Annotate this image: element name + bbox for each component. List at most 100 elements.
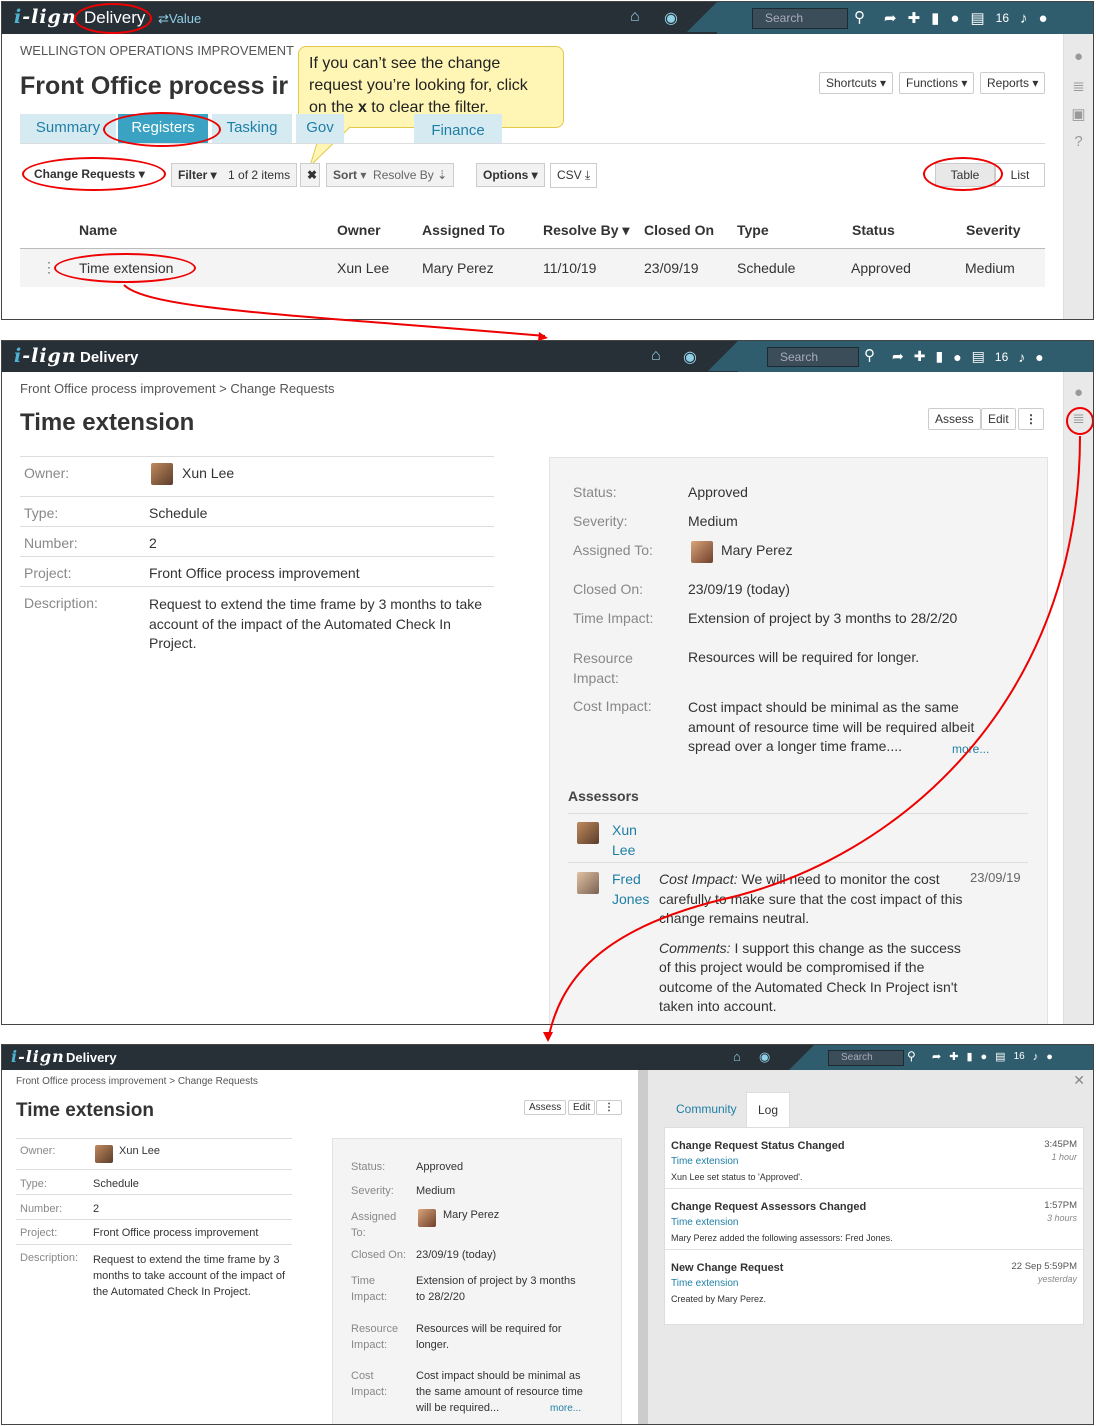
chat-icon[interactable]: ● [981,1051,988,1063]
status-value: Approved [688,484,748,500]
avatar [418,1209,436,1227]
plus-icon[interactable]: ✚ [949,1050,958,1063]
app-name[interactable]: Delivery [80,349,138,366]
app-name[interactable]: Delivery [66,1050,117,1065]
close-icon[interactable]: ✕ [1073,1072,1085,1089]
closed-value: 23/09/19 (today) [688,581,790,597]
highlight-change-requests [22,157,166,191]
globe-icon[interactable]: ◉ [683,347,697,367]
row-owner[interactable]: Xun Lee [337,260,389,276]
home-icon[interactable]: ⌂ [651,347,661,365]
assess-button[interactable]: Assess [524,1100,567,1115]
globe-icon[interactable]: ◉ [759,1049,770,1065]
col-owner[interactable]: Owner [337,222,381,238]
avatar [577,822,599,844]
tab-log[interactable]: Log [746,1092,790,1128]
comment-icon[interactable]: ● [1064,48,1093,65]
row-assigned[interactable]: Mary Perez [422,260,494,276]
breadcrumb[interactable]: Front Office process improvement > Chang… [20,381,334,396]
document-icon[interactable]: ▤ [970,9,984,27]
breadcrumb[interactable]: WELLINGTON OPERATIONS IMPROVEMENT [20,43,294,58]
shortcuts-button[interactable]: Shortcuts ▾ [819,72,894,94]
list-icon[interactable]: ≣ [1064,77,1093,95]
home-icon[interactable]: ⌂ [733,1049,741,1064]
owner-link[interactable]: Xun Lee [119,1145,160,1157]
bookmark-icon[interactable]: ▮ [931,9,939,27]
plus-icon[interactable]: ✚ [908,9,921,27]
globe-icon[interactable]: ◉ [664,8,678,28]
comment-icon[interactable]: ● [1064,384,1093,401]
bell-icon[interactable]: ♪ [1018,349,1025,365]
search-icon[interactable]: ⚲ [907,1049,916,1063]
assessor-xun-lee[interactable]: Xun Lee [612,821,637,860]
tab-finance[interactable]: Finance [414,114,502,143]
document-icon[interactable]: ▤ [995,1050,1005,1063]
col-type[interactable]: Type [737,222,769,238]
brand-logo: i-lign [14,345,77,367]
clear-filter-button[interactable]: ✖ [300,163,320,187]
activity-panel: ✕ Community Log Change Request Status Ch… [648,1070,1093,1424]
csv-button[interactable]: CSV ⤓ [550,163,598,188]
functions-button[interactable]: Functions ▾ [899,72,975,94]
bell-icon[interactable]: ♪ [1020,10,1028,27]
panel-divider[interactable] [638,1070,648,1424]
search-input[interactable]: Search [752,8,848,29]
help-icon[interactable]: ? [1064,133,1093,150]
user-icon[interactable]: ● [1035,349,1043,365]
col-status[interactable]: Status [852,222,895,238]
filter-button[interactable]: Filter ▾ 1 of 2 items [171,163,298,187]
document-icon[interactable]: ▤ [972,348,985,365]
bookmark-icon[interactable]: ▮ [966,1050,972,1063]
search-input[interactable]: Search [767,347,859,367]
tab-community[interactable]: Community [676,1102,737,1116]
reports-button[interactable]: Reports ▾ [980,72,1046,94]
col-closed-on[interactable]: Closed On [644,222,714,238]
brand-logo: i-lign [14,6,77,28]
tab-governance[interactable]: Gov [296,114,344,143]
severity-value: Medium [688,513,738,529]
project-link[interactable]: Front Office process improvement [93,1227,258,1239]
sort-button[interactable]: Sort ▾ Resolve By ⇣ [326,163,455,187]
assess-button[interactable]: Assess [928,408,981,430]
owner-link[interactable]: Xun Lee [182,465,234,481]
col-assigned[interactable]: Assigned To [422,222,505,238]
edit-button[interactable]: Edit [568,1100,596,1115]
search-icon[interactable]: ⚲ [854,8,865,26]
type-value: Schedule [149,505,208,521]
user-icon[interactable]: ● [1046,1051,1053,1063]
plus-icon[interactable]: ✚ [914,348,926,365]
tab-tasking[interactable]: Tasking [212,114,292,143]
chat-icon[interactable]: ● [950,10,959,27]
highlight-registers [103,112,221,147]
col-resolve-by[interactable]: Resolve By ▾ [543,222,629,239]
options-button[interactable]: Options ▾ [476,163,545,187]
breadcrumb[interactable]: Front Office process improvement > Chang… [16,1076,258,1087]
more-link[interactable]: more... [952,742,989,756]
tab-summary[interactable]: Summary [20,114,116,143]
assessor-fred-jones[interactable]: Fred Jones [612,870,649,909]
edit-button[interactable]: Edit [981,408,1016,430]
assigned-link[interactable]: Mary Perez [443,1209,499,1221]
home-icon[interactable]: ⌂ [630,8,640,26]
value-link[interactable]: ⇄Value [158,11,201,27]
bookmark-icon[interactable]: ▮ [935,348,943,365]
share-icon[interactable]: ➦ [932,1050,941,1063]
lock-icon[interactable]: ▣ [1064,105,1093,123]
avatar [691,541,713,563]
project-link[interactable]: Front Office process improvement [149,565,360,581]
top-icons: ➦ ✚ ▮ ● ▤ 16 ♪ ● [932,1050,1053,1064]
share-icon[interactable]: ➦ [884,9,897,27]
more-menu-button[interactable]: ⋮ [1018,408,1044,430]
share-icon[interactable]: ➦ [892,348,904,365]
col-name[interactable]: Name [79,222,117,238]
search-icon[interactable]: ⚲ [864,346,875,364]
more-menu-button[interactable]: ⋮ [596,1100,622,1115]
avatar [95,1145,113,1163]
user-icon[interactable]: ● [1039,10,1048,27]
bell-icon[interactable]: ♪ [1033,1051,1039,1063]
more-link[interactable]: more... [550,1403,581,1414]
assigned-link[interactable]: Mary Perez [721,542,793,558]
chat-icon[interactable]: ● [953,349,961,365]
col-severity[interactable]: Severity [966,222,1020,238]
search-input[interactable]: Search [828,1050,904,1066]
